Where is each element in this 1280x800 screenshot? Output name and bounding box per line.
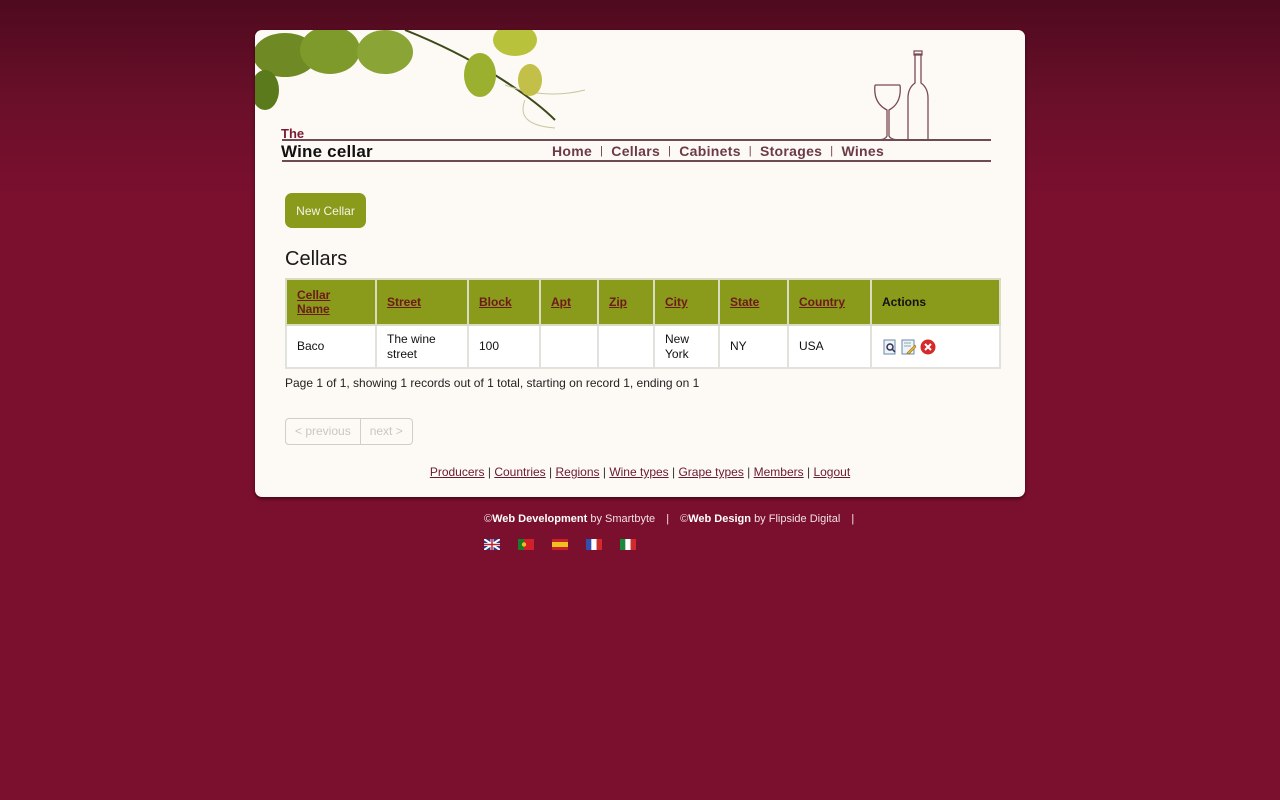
actions-header: Actions [870, 278, 1001, 326]
design-by[interactable]: by Flipside Digital [754, 513, 840, 525]
sort-cellar-name[interactable]: Cellar Name [297, 288, 330, 316]
link-wine-types[interactable]: Wine types [609, 465, 668, 479]
paging-info: Page 1 of 1, showing 1 records out of 1 … [285, 376, 700, 390]
sort-zip[interactable]: Zip [609, 295, 627, 309]
cell-block: 100 [467, 324, 541, 369]
header-divider-top [282, 139, 991, 141]
main-nav: Home | Cellars | Cabinets | Storages | W… [552, 143, 884, 159]
copyright-symbol: © [484, 513, 493, 525]
link-regions[interactable]: Regions [555, 465, 599, 479]
flag-spain-icon[interactable] [552, 537, 568, 550]
nav-separator: | [668, 145, 672, 157]
edit-icon[interactable] [901, 339, 917, 355]
nav-wines[interactable]: Wines [841, 143, 884, 159]
sort-block[interactable]: Block [479, 295, 512, 309]
logo-title: Wine cellar [281, 142, 373, 161]
table-row: Baco The wine street 100 New York NY USA [285, 324, 1001, 369]
header-divider-bottom [282, 160, 991, 162]
language-flags [483, 537, 636, 551]
flag-france-icon[interactable] [586, 537, 602, 550]
cell-city: New York [653, 324, 720, 369]
delete-icon[interactable] [920, 339, 936, 355]
link-countries[interactable]: Countries [494, 465, 545, 479]
cell-zip [597, 324, 655, 369]
pager: < previous next > [285, 418, 413, 445]
flag-portugal-icon[interactable] [518, 537, 534, 550]
sort-state[interactable]: State [730, 295, 759, 309]
flag-italy-icon[interactable] [620, 537, 636, 550]
cell-cellar-name: Baco [285, 324, 377, 369]
cell-state: NY [718, 324, 789, 369]
vine-leaves-image [255, 30, 586, 129]
footer-separator: | [666, 513, 670, 525]
next-button[interactable]: next > [359, 419, 412, 444]
footer-credits: ©Web Development by Smartbyte | ©Web Des… [484, 513, 862, 525]
table-header-row: Cellar Name Street Block Apt Zip City St… [285, 278, 1001, 326]
sort-country[interactable]: Country [799, 295, 845, 309]
cell-apt [539, 324, 599, 369]
nav-separator: | [600, 145, 604, 157]
sort-city[interactable]: City [665, 295, 688, 309]
cell-country: USA [787, 324, 872, 369]
nav-storages[interactable]: Storages [760, 143, 822, 159]
web-design-label[interactable]: Web Design [688, 513, 751, 525]
link-logout[interactable]: Logout [813, 465, 850, 479]
sort-street[interactable]: Street [387, 295, 421, 309]
link-grape-types[interactable]: Grape types [678, 465, 743, 479]
view-icon[interactable] [882, 339, 898, 355]
nav-cellars[interactable]: Cellars [611, 143, 660, 159]
web-development-label[interactable]: Web Development [492, 513, 587, 525]
nav-cabinets[interactable]: Cabinets [679, 143, 741, 159]
sort-apt[interactable]: Apt [551, 295, 571, 309]
page-container: The Wine cellar Home | Cellars | Cabinet… [255, 30, 1025, 497]
page-title: Cellars [285, 248, 348, 270]
nav-home[interactable]: Home [552, 143, 592, 159]
link-members[interactable]: Members [754, 465, 804, 479]
dev-by[interactable]: by Smartbyte [590, 513, 655, 525]
cell-actions [870, 324, 1001, 369]
nav-separator: | [830, 145, 834, 157]
wine-glass-bottle-image [874, 50, 929, 141]
new-cellar-button[interactable]: New Cellar [285, 193, 366, 228]
flag-uk-icon[interactable] [483, 537, 501, 551]
cellars-table: Cellar Name Street Block Apt Zip City St… [285, 278, 1001, 369]
cell-street: The wine street [375, 324, 469, 369]
link-producers[interactable]: Producers [430, 465, 485, 479]
previous-button[interactable]: < previous [286, 419, 360, 444]
bottom-links: Producers | Countries | Regions | Wine t… [429, 465, 851, 479]
footer-separator: | [851, 513, 855, 525]
nav-separator: | [748, 145, 752, 157]
